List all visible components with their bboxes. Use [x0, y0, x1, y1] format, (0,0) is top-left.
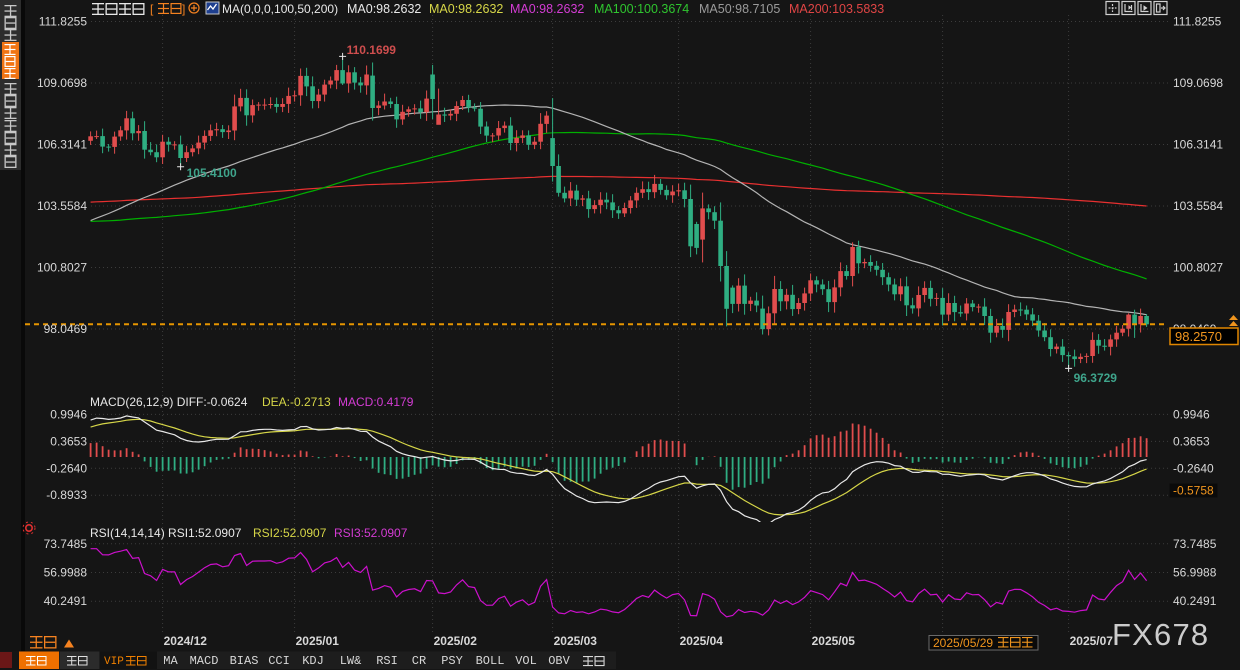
svg-text:MA0:98.2632: MA0:98.2632 — [429, 2, 503, 16]
svg-text:MACD:0.4179: MACD:0.4179 — [338, 395, 414, 409]
svg-text:40.2491: 40.2491 — [1173, 594, 1217, 608]
svg-text:109.0698: 109.0698 — [1173, 76, 1223, 90]
svg-text:PSY: PSY — [441, 654, 463, 668]
svg-text:100.8027: 100.8027 — [1173, 261, 1223, 275]
svg-text:0.9946: 0.9946 — [50, 407, 87, 421]
svg-text:2025/07: 2025/07 — [1070, 634, 1114, 648]
svg-text:110.1699: 110.1699 — [347, 43, 397, 57]
svg-text:111.8255: 111.8255 — [1173, 15, 1222, 29]
svg-text:96.3729: 96.3729 — [1074, 371, 1118, 385]
svg-text:103.5584: 103.5584 — [1173, 199, 1223, 213]
svg-text:0.3653: 0.3653 — [1173, 434, 1210, 448]
svg-text:MACD(26,12,9) DIFF:-0.0624: MACD(26,12,9) DIFF:-0.0624 — [90, 395, 248, 409]
svg-text:MA0:98.2632: MA0:98.2632 — [347, 2, 421, 16]
svg-text:CR: CR — [412, 654, 426, 668]
svg-text:-0.2640: -0.2640 — [1173, 461, 1214, 475]
svg-text:RSI(14,14,14) RSI1:52.0907: RSI(14,14,14) RSI1:52.0907 — [90, 526, 242, 540]
svg-text:BIAS: BIAS — [230, 654, 259, 668]
svg-text:106.3141: 106.3141 — [1173, 138, 1223, 152]
svg-text:105.4100: 105.4100 — [187, 166, 237, 180]
svg-text:MA0:98.2632: MA0:98.2632 — [510, 2, 584, 16]
svg-text:56.9988: 56.9988 — [1173, 566, 1217, 580]
svg-text:LW&: LW& — [340, 654, 362, 668]
svg-text:]: ] — [182, 2, 185, 16]
svg-text:103.5584: 103.5584 — [37, 199, 87, 213]
svg-text:98.2570: 98.2570 — [1175, 329, 1222, 344]
svg-text:40.2491: 40.2491 — [44, 594, 88, 608]
svg-text:MA200:103.5833: MA200:103.5833 — [789, 2, 884, 16]
svg-text:2025/05: 2025/05 — [812, 634, 856, 648]
svg-text:VIP: VIP — [104, 656, 124, 668]
svg-text:-0.5758: -0.5758 — [1173, 484, 1214, 498]
svg-text:-0.2640: -0.2640 — [46, 461, 87, 475]
svg-text:73.7485: 73.7485 — [1173, 537, 1217, 551]
svg-text:100.8027: 100.8027 — [37, 261, 87, 275]
svg-text:-0.8933: -0.8933 — [46, 488, 87, 502]
svg-text:RSI2:52.0907: RSI2:52.0907 — [253, 526, 327, 540]
svg-text:2025/04: 2025/04 — [680, 634, 724, 648]
svg-text:0.3653: 0.3653 — [50, 434, 87, 448]
svg-text:MACD: MACD — [190, 654, 219, 668]
svg-text:MA: MA — [163, 654, 178, 668]
svg-text:111.8255: 111.8255 — [39, 15, 88, 29]
svg-text:FX678: FX678 — [1112, 617, 1209, 652]
svg-text:56.9988: 56.9988 — [44, 566, 88, 580]
svg-text:RSI: RSI — [376, 654, 398, 668]
svg-text:BOLL: BOLL — [476, 654, 505, 668]
svg-text:VOL: VOL — [515, 654, 537, 668]
svg-text:2024/12: 2024/12 — [164, 634, 208, 648]
svg-text:2025/05/29: 2025/05/29 — [933, 636, 993, 650]
svg-text:98.0469: 98.0469 — [44, 322, 88, 336]
svg-text:MA(0,0,0,100,50,200): MA(0,0,0,100,50,200) — [222, 2, 338, 16]
svg-text:109.0698: 109.0698 — [37, 76, 87, 90]
svg-text:0.9946: 0.9946 — [1173, 407, 1210, 421]
svg-text:2025/01: 2025/01 — [296, 634, 340, 648]
svg-text:2025/02: 2025/02 — [434, 634, 478, 648]
svg-text:CCI: CCI — [268, 654, 290, 668]
svg-text:DEA:-0.2713: DEA:-0.2713 — [262, 395, 331, 409]
svg-text:OBV: OBV — [548, 654, 570, 668]
svg-text:MA100:100.3674: MA100:100.3674 — [594, 2, 689, 16]
svg-text:KDJ: KDJ — [302, 654, 324, 668]
svg-text:73.7485: 73.7485 — [44, 537, 88, 551]
svg-text:MA50:98.7105: MA50:98.7105 — [699, 2, 780, 16]
svg-text:2025/03: 2025/03 — [554, 634, 598, 648]
svg-text:RSI3:52.0907: RSI3:52.0907 — [334, 526, 408, 540]
svg-text:106.3141: 106.3141 — [37, 138, 87, 152]
